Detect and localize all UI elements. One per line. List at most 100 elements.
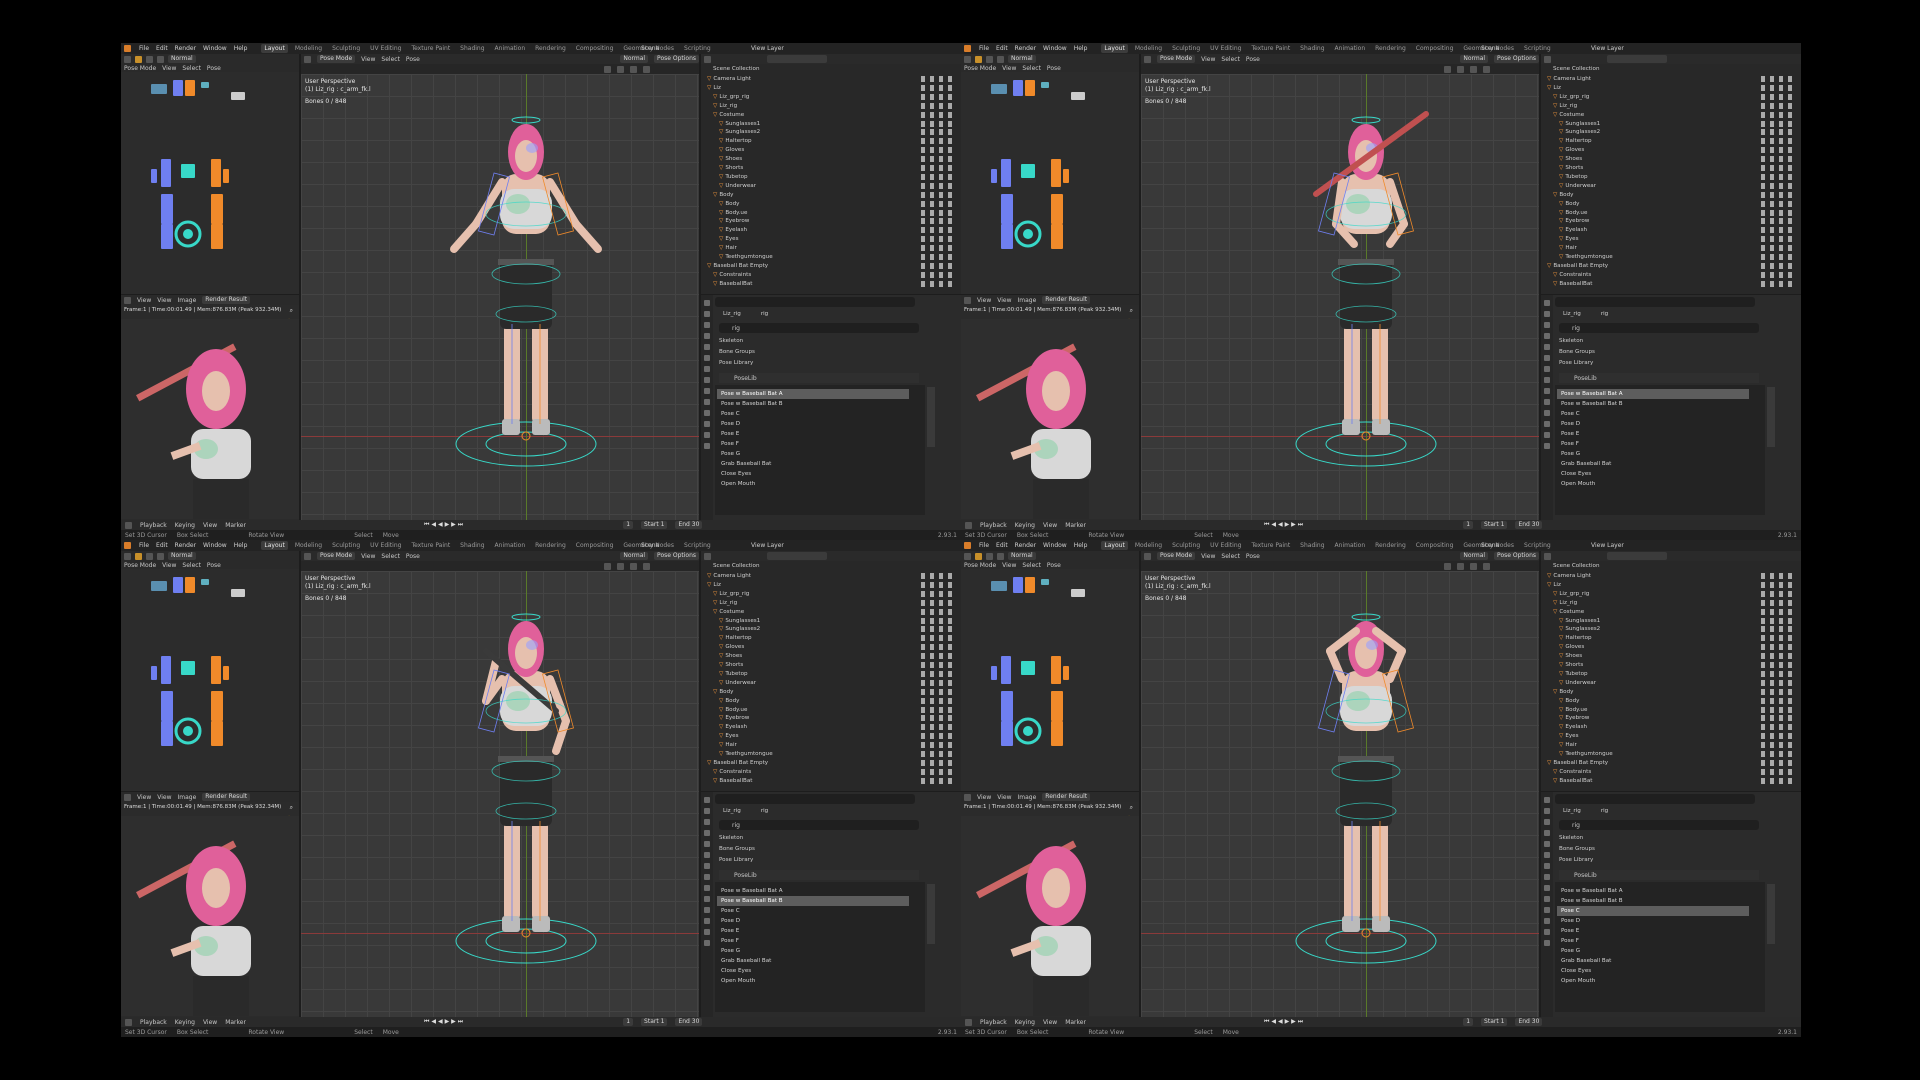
tab-texture-paint[interactable]: Texture Paint — [408, 541, 453, 550]
view-layer-selector[interactable]: View Layer — [1591, 542, 1624, 549]
visibility-toggles[interactable] — [1761, 759, 1797, 766]
tab-layout[interactable]: Layout — [261, 541, 288, 550]
pose-item[interactable]: Pose D — [1557, 916, 1749, 926]
view-menu[interactable]: View — [162, 65, 176, 72]
visibility-toggles[interactable] — [1761, 111, 1797, 118]
data-name[interactable]: rig — [761, 311, 768, 317]
pose-menu[interactable]: Pose — [1047, 562, 1061, 569]
play-controls[interactable]: ⏮◀◀▶▶⏭ — [1264, 1018, 1305, 1026]
playback-menu[interactable]: Playback — [140, 1019, 167, 1026]
pose-list-controls[interactable] — [1767, 884, 1775, 944]
view-menu[interactable]: View — [137, 794, 151, 801]
section-pose-library[interactable]: Pose Library — [719, 857, 753, 863]
scene-selector[interactable]: Scene — [1481, 45, 1499, 52]
view-menu[interactable]: View — [203, 522, 217, 529]
view-menu[interactable]: View — [361, 553, 375, 560]
marker-menu[interactable]: Marker — [225, 1019, 246, 1026]
pose-item[interactable]: Grab Baseball Bat — [1557, 956, 1749, 966]
pivot-dropdown[interactable]: Normal — [1460, 55, 1489, 63]
view-menu[interactable]: View — [137, 297, 151, 304]
armature-name-field[interactable]: rig — [719, 820, 919, 830]
properties-tabs[interactable] — [1541, 295, 1553, 523]
object-name[interactable]: Liz_rig — [1563, 808, 1581, 814]
data-name[interactable]: rig — [761, 808, 768, 814]
tab-uv-editing[interactable]: UV Editing — [367, 541, 404, 550]
properties-search[interactable] — [715, 297, 915, 307]
view-menu[interactable]: View — [162, 562, 176, 569]
visibility-toggles[interactable] — [1761, 245, 1797, 252]
data-name[interactable]: rig — [1601, 808, 1608, 814]
pose-item[interactable]: Grab Baseball Bat — [1557, 459, 1749, 469]
visibility-toggles[interactable] — [1761, 120, 1797, 127]
tab-compositing[interactable]: Compositing — [1413, 541, 1457, 550]
viewport-shading-icon[interactable] — [643, 562, 650, 570]
menu-edit[interactable]: Edit — [156, 542, 168, 549]
pivot-dropdown[interactable]: Normal — [620, 552, 649, 560]
pose-item[interactable]: Pose E — [1557, 429, 1749, 439]
current-frame-field[interactable]: 1 — [1463, 1018, 1474, 1026]
tab-rendering[interactable]: Rendering — [1372, 541, 1409, 550]
object-name[interactable]: Liz_rig — [723, 311, 741, 317]
marker-menu[interactable]: Marker — [1065, 522, 1086, 529]
pose-item[interactable]: Pose G — [717, 946, 909, 956]
viewport-shading-icon[interactable] — [604, 562, 611, 570]
pose-item[interactable]: Grab Baseball Bat — [717, 956, 909, 966]
pose-item[interactable]: Pose C — [1557, 906, 1749, 916]
outliner-search[interactable] — [1607, 552, 1667, 560]
visibility-toggles[interactable] — [921, 165, 957, 171]
tab-sculpting[interactable]: Sculpting — [1169, 541, 1203, 550]
visibility-toggles[interactable] — [1761, 129, 1797, 136]
tab-shading[interactable]: Shading — [1297, 541, 1327, 550]
tab-uv-editing[interactable]: UV Editing — [1207, 44, 1244, 53]
visibility-toggles[interactable] — [1761, 191, 1797, 198]
play-controls[interactable]: ⏮◀◀▶▶⏭ — [424, 521, 465, 529]
section-pose-library[interactable]: Pose Library — [719, 360, 753, 366]
pose-list-controls[interactable] — [927, 884, 935, 944]
viewport-shading-icon[interactable] — [630, 562, 637, 570]
visibility-toggles[interactable] — [1761, 173, 1797, 180]
visibility-toggles[interactable] — [921, 111, 957, 118]
visibility-toggles[interactable] — [1761, 84, 1797, 91]
visibility-toggles[interactable] — [1761, 724, 1797, 731]
character-rig-pose[interactable] — [1141, 571, 1539, 1020]
3d-viewport[interactable]: User Perspective (1) Liz_rig : c_arm_fk.… — [1141, 571, 1539, 1020]
viewport-shading-icon[interactable] — [1470, 562, 1477, 570]
properties-tabs[interactable] — [1541, 792, 1553, 1020]
playback-menu[interactable]: Playback — [980, 1019, 1007, 1026]
visibility-toggles[interactable] — [921, 635, 957, 642]
tool-icon[interactable] — [975, 552, 982, 560]
visibility-toggles[interactable] — [921, 102, 957, 109]
visibility-toggles[interactable] — [921, 156, 957, 163]
scene-selector[interactable]: Scene — [641, 45, 659, 52]
visibility-toggles[interactable] — [1761, 688, 1797, 695]
visibility-toggles[interactable] — [921, 138, 957, 145]
view-menu[interactable]: View — [1002, 65, 1016, 72]
menu-file[interactable]: File — [139, 542, 149, 549]
zoom-icon[interactable]: ⌕ — [290, 307, 293, 315]
pose-item[interactable]: Pose w Baseball Bat B — [717, 896, 909, 906]
visibility-toggles[interactable] — [1761, 742, 1797, 749]
pose-menu[interactable]: Pose — [1047, 65, 1061, 72]
tab-modeling[interactable]: Modeling — [1132, 541, 1165, 550]
pivot-dropdown[interactable]: Normal — [168, 552, 196, 560]
select-menu[interactable]: Select — [182, 65, 201, 72]
visibility-toggles[interactable] — [921, 777, 957, 784]
pose-item[interactable]: Pose G — [717, 449, 909, 459]
editor-type-icon[interactable] — [964, 793, 971, 801]
pivot-dropdown[interactable]: Normal — [1460, 552, 1489, 560]
editor-type-icon[interactable] — [704, 55, 711, 63]
tab-rendering[interactable]: Rendering — [1372, 44, 1409, 53]
current-frame-field[interactable]: 1 — [623, 521, 634, 529]
visibility-toggles[interactable] — [1761, 138, 1797, 145]
pose-item[interactable]: Pose D — [717, 419, 909, 429]
tab-shading[interactable]: Shading — [457, 541, 487, 550]
visibility-toggles[interactable] — [921, 662, 957, 668]
tab-layout[interactable]: Layout — [1101, 541, 1128, 550]
pose-menu[interactable]: Pose — [406, 56, 420, 63]
visibility-toggles[interactable] — [1761, 626, 1797, 633]
visibility-toggles[interactable] — [921, 733, 957, 740]
blender-logo-icon[interactable] — [964, 45, 971, 52]
visibility-toggles[interactable] — [1761, 147, 1797, 154]
view-menu[interactable]: View — [1043, 1019, 1057, 1026]
pose-menu[interactable]: Pose — [1246, 553, 1260, 560]
